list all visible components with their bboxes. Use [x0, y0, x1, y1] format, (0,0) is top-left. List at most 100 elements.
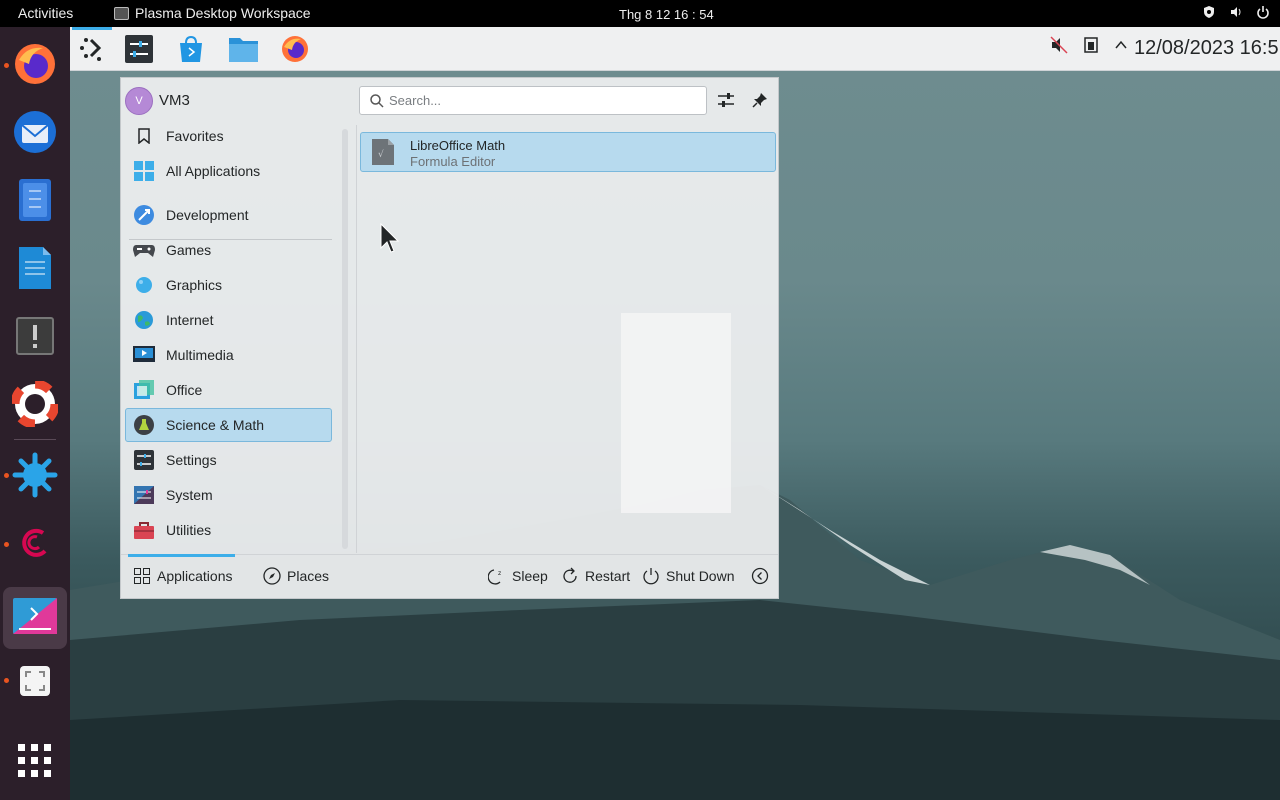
category-label: Utilities — [166, 522, 212, 538]
office-icon — [133, 379, 155, 401]
thunderbird-dock-icon[interactable] — [11, 108, 59, 156]
category-office[interactable]: Office — [125, 373, 332, 407]
help-dock-icon[interactable] — [11, 380, 59, 428]
category-settings[interactable]: Settings — [125, 443, 332, 477]
category-scrollbar[interactable] — [342, 129, 348, 549]
graphics-icon — [133, 274, 155, 296]
clipboard-icon[interactable] — [1082, 36, 1100, 54]
volume-muted-icon[interactable] — [1050, 36, 1068, 54]
restart-icon — [561, 567, 579, 585]
tray-expand-icon[interactable] — [1114, 38, 1128, 52]
chevron-left-icon — [751, 567, 769, 585]
pin-icon[interactable] — [749, 89, 771, 111]
category-label: Settings — [166, 452, 217, 468]
grid-icon — [133, 567, 151, 585]
plasma-desktop-dock-icon[interactable] — [3, 587, 67, 649]
shutdown-button[interactable]: Shut Down — [642, 567, 734, 585]
category-label: Science & Math — [166, 417, 265, 433]
category-games[interactable]: Games — [125, 233, 332, 267]
top-clock[interactable]: Thg 8 12 16 : 54 — [619, 7, 714, 22]
svg-text:z: z — [498, 570, 501, 577]
category-graphics[interactable]: Graphics — [125, 268, 332, 302]
kde-connect-dock-icon[interactable] — [11, 451, 59, 499]
kickoff-menu: V VM3 Favorites All Applications Develop… — [120, 77, 779, 599]
app-name: LibreOffice Math — [410, 138, 506, 153]
tab-label: Applications — [157, 568, 233, 584]
sleep-button[interactable]: z Sleep — [488, 567, 548, 585]
blank-overlay-panel — [621, 313, 731, 513]
discover-icon[interactable] — [176, 34, 206, 64]
button-label: Shut Down — [666, 568, 735, 584]
gnome-top-bar: Activities Plasma Desktop Workspace Thg … — [0, 0, 1280, 27]
system-settings-icon[interactable] — [124, 34, 154, 64]
running-indicator — [4, 63, 9, 68]
compass-icon — [263, 567, 281, 585]
status-area[interactable] — [1202, 5, 1270, 19]
category-development[interactable]: Development — [125, 198, 332, 232]
tab-applications[interactable]: Applications — [133, 567, 233, 585]
launcher-active-indicator — [72, 27, 112, 30]
app-window-icon — [114, 6, 129, 20]
running-indicator — [4, 473, 9, 478]
category-label: System — [166, 487, 213, 503]
avatar[interactable]: V — [125, 87, 153, 115]
volume-icon — [1231, 7, 1241, 17]
category-all-applications[interactable]: All Applications — [125, 154, 332, 188]
username[interactable]: VM3 — [159, 92, 190, 109]
firefox-panel-icon[interactable] — [280, 34, 310, 64]
category-label: Multimedia — [166, 347, 234, 363]
settings-icon — [133, 449, 155, 471]
app-menu-label: Plasma Desktop Workspace — [135, 5, 311, 21]
debian-dock-icon[interactable] — [11, 519, 59, 567]
search-input[interactable] — [389, 93, 689, 108]
leave-more-button[interactable] — [751, 567, 775, 585]
category-internet[interactable]: Internet — [125, 303, 332, 337]
search-field[interactable] — [359, 86, 707, 115]
kde-panel: 12/08/2023 16:5 — [70, 27, 1280, 71]
libreoffice-writer-dock-icon[interactable] — [11, 244, 59, 292]
bookmark-icon — [133, 125, 155, 147]
dolphin-icon[interactable] — [228, 34, 258, 64]
panel-datetime[interactable]: 12/08/2023 16:5 — [1134, 37, 1279, 60]
search-icon — [370, 93, 384, 108]
show-applications-icon[interactable] — [11, 737, 59, 785]
app-item-libreoffice-math[interactable]: √ LibreOffice Math Formula Editor — [360, 132, 776, 172]
application-launcher-icon[interactable] — [77, 34, 107, 64]
category-label: Graphics — [166, 277, 223, 293]
pane-divider — [356, 125, 357, 553]
category-label: Games — [166, 242, 212, 258]
category-favorites[interactable]: Favorites — [125, 119, 332, 153]
flask-icon — [133, 414, 155, 436]
power-icon — [1257, 6, 1269, 19]
software-updater-dock-icon[interactable] — [11, 312, 59, 360]
kickoff-footer: Applications Places z Sleep Restart Shut… — [121, 554, 778, 598]
avatar-initial: V — [135, 95, 143, 107]
tab-label: Places — [287, 568, 330, 584]
screenshot-dock-icon[interactable] — [11, 657, 59, 705]
app-menu[interactable]: Plasma Desktop Workspace — [114, 5, 311, 21]
power-icon — [642, 567, 660, 585]
text-editor-dock-icon[interactable] — [11, 176, 59, 224]
category-label: Office — [166, 382, 203, 398]
category-science-math[interactable]: Science & Math — [125, 408, 332, 442]
multimedia-icon — [133, 344, 155, 366]
restart-button[interactable]: Restart — [561, 567, 630, 585]
activities-button[interactable]: Activities — [18, 5, 73, 21]
dock-separator — [14, 439, 56, 440]
category-multimedia[interactable]: Multimedia — [125, 338, 332, 372]
gamepad-icon — [133, 239, 155, 261]
kickoff-header: V VM3 — [121, 78, 778, 124]
button-label: Restart — [585, 568, 631, 584]
category-label: Development — [166, 207, 249, 223]
category-label: All Applications — [166, 163, 261, 179]
category-label: Internet — [166, 312, 214, 328]
configure-icon[interactable] — [715, 89, 737, 111]
category-system[interactable]: System — [125, 478, 332, 512]
development-icon — [133, 204, 155, 226]
tab-places[interactable]: Places — [263, 567, 329, 585]
category-list: Favorites All Applications Development G… — [121, 125, 337, 553]
ubuntu-dock — [0, 27, 70, 800]
firefox-dock-icon[interactable] — [11, 40, 59, 88]
sleep-icon: z — [488, 567, 506, 585]
category-utilities[interactable]: Utilities — [125, 513, 332, 547]
